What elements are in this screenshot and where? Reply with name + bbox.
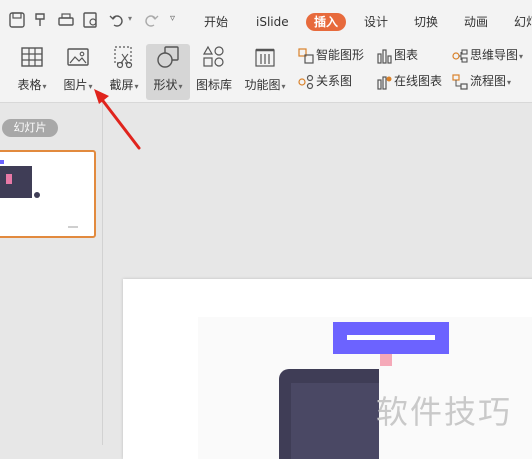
pink-hook <box>380 354 392 366</box>
icon-library-icon <box>202 45 224 67</box>
watermark: 软件技巧 <box>376 393 513 431</box>
relation-chart-icon <box>298 74 314 89</box>
chart-label: 图表 <box>394 48 419 62</box>
slides-panel: 幻灯片 <box>0 103 102 445</box>
format-painter-icon[interactable] <box>32 11 50 29</box>
icon-library-button[interactable]: 图标库 <box>192 44 236 100</box>
mind-map-label: 思维导图 <box>470 48 519 62</box>
print-preview-icon[interactable] <box>82 11 100 29</box>
function-chart-icon <box>255 48 275 67</box>
dark-block <box>279 369 379 459</box>
online-chart-label: 在线图表 <box>394 74 443 88</box>
picture-label: 图片 <box>63 78 88 92</box>
flowchart-icon <box>452 73 468 90</box>
mind-map-button[interactable]: 思维导图▾ <box>452 46 523 64</box>
purple-bar-line <box>347 335 435 340</box>
undo-icon[interactable] <box>108 11 126 29</box>
relation-chart-label: 关系图 <box>316 74 353 88</box>
table-icon <box>21 47 43 67</box>
smart-shape-icon <box>298 47 314 64</box>
undo-dropdown-icon[interactable]: ▾ <box>128 14 132 23</box>
insert-ribbon: 表格▾ 图片▾ 截屏▾ 形状▾ 图标库 功能图▾ 智能图形 关系图 图表 在线图… <box>0 38 532 103</box>
function-chart-button[interactable]: 功能图▾ <box>240 44 290 100</box>
tab-design[interactable]: 设计 <box>364 15 388 29</box>
dark-block-inner <box>291 383 379 459</box>
picture-icon <box>67 48 89 66</box>
flowchart-label: 流程图 <box>470 74 507 88</box>
table-button[interactable]: 表格▾ <box>10 44 54 100</box>
bar-chart-icon <box>377 48 392 64</box>
smart-shape-button[interactable]: 智能图形 <box>298 46 364 64</box>
slides-label: 幻灯片 <box>2 119 58 137</box>
print-icon[interactable] <box>57 11 75 29</box>
thumb-figure <box>6 174 12 184</box>
relation-chart-button[interactable]: 关系图 <box>298 72 352 90</box>
online-chart-button[interactable]: 在线图表 <box>376 72 442 90</box>
scissors-icon <box>114 46 133 69</box>
mind-map-icon <box>452 48 468 63</box>
tab-transition[interactable]: 切换 <box>414 15 438 29</box>
title-tab-bar: ▾ ▿ 开始 iSlide 插入 设计 切换 动画 幻灯 <box>0 0 532 38</box>
thumb-dark-block <box>0 166 32 198</box>
customize-toolbar-icon[interactable]: ▿ <box>170 13 175 24</box>
screenshot-label: 截屏 <box>109 78 134 92</box>
save-icon[interactable] <box>8 11 26 29</box>
thumb-accent <box>0 160 4 164</box>
tab-insert[interactable]: 插入 <box>306 13 347 31</box>
tab-slideshow[interactable]: 幻灯 <box>514 15 532 29</box>
panel-divider[interactable] <box>102 103 103 445</box>
screenshot-button[interactable]: 截屏▾ <box>102 44 146 100</box>
tab-islide[interactable]: iSlide <box>256 15 289 29</box>
shape-icon <box>157 46 179 68</box>
table-label: 表格 <box>17 78 42 92</box>
purple-bar <box>333 322 449 354</box>
tab-home[interactable]: 开始 <box>204 15 228 29</box>
picture-button[interactable]: 图片▾ <box>56 44 100 100</box>
chart-button[interactable]: 图表 <box>376 46 418 64</box>
redo-icon[interactable] <box>142 11 160 29</box>
online-chart-icon <box>377 75 392 90</box>
shape-label: 形状 <box>153 78 178 92</box>
shape-button[interactable]: 形状▾ <box>146 44 190 100</box>
thumb-dot <box>34 192 40 198</box>
smart-shape-label: 智能图形 <box>316 48 365 62</box>
icon-library-label: 图标库 <box>195 78 232 92</box>
slide-thumbnail-1[interactable] <box>0 150 96 238</box>
function-chart-label: 功能图 <box>244 78 281 92</box>
tab-animation[interactable]: 动画 <box>464 15 488 29</box>
thumb-footer <box>68 226 78 228</box>
flowchart-button[interactable]: 流程图▾ <box>452 72 511 90</box>
